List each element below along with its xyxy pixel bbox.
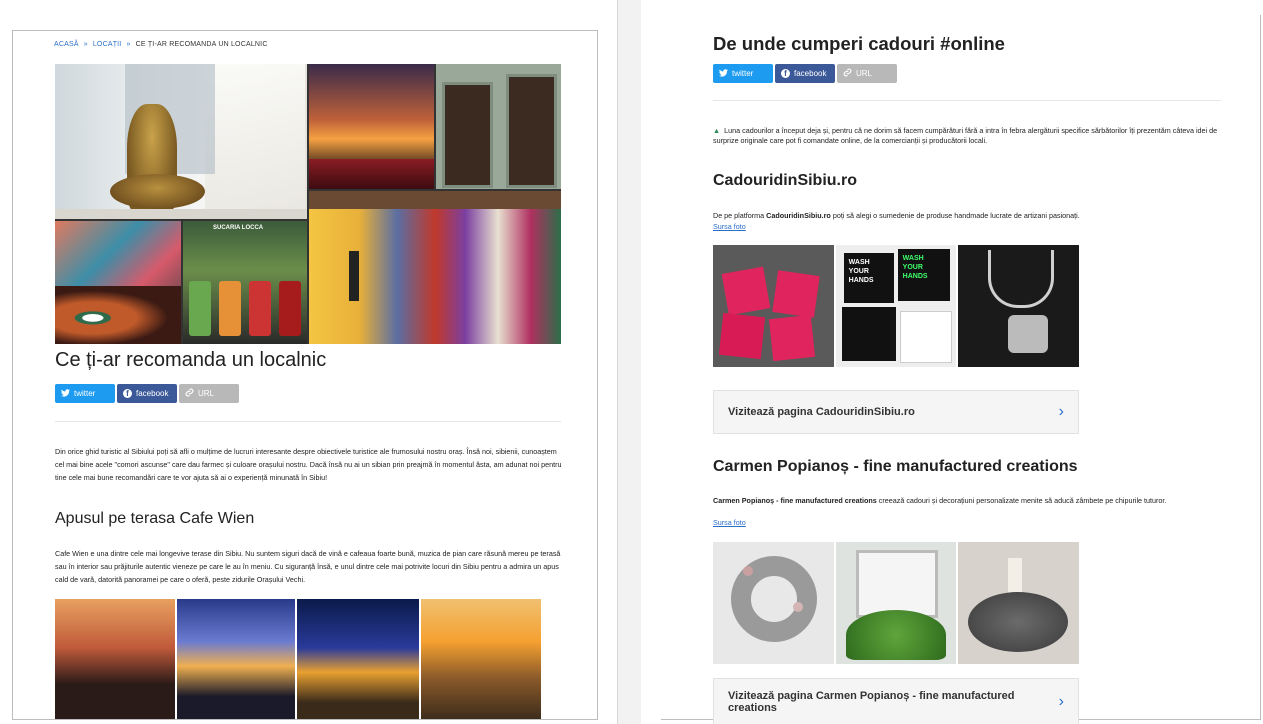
shop2-description: Carmen Popianoș - fine manufactured crea…: [713, 496, 1218, 506]
breadcrumb: ACASĂ » LOCAȚII » CE ȚI-AR RECOMANDA UN LOCA…: [54, 41, 268, 48]
mug-text: WASH YOUR HANDS: [843, 253, 894, 303]
breadcrumb-separator: »: [83, 41, 88, 48]
cafe-wien-sunset-gallery: [55, 599, 541, 719]
share-buttons: twitter f facebook URL: [55, 384, 239, 403]
left-page-panel: ACASĂ » LOCAȚII » CE ȚI-AR RECOMANDA UN LOCA…: [0, 0, 617, 724]
chevron-right-icon: ›: [1058, 692, 1064, 710]
share-buttons: twitter f facebook URL: [713, 64, 897, 83]
facebook-icon: f: [123, 389, 132, 398]
painted-shoes-photo: [55, 221, 181, 344]
facebook-label: facebook: [794, 69, 827, 78]
shop1-description-pre: De pe platforma: [713, 211, 767, 220]
share-facebook-button[interactable]: f facebook: [117, 384, 177, 403]
shop1-description: De pe platforma CadouridinSibiu.ro poți …: [713, 211, 1218, 221]
shop2-description-bold: Carmen Popianoș - fine manufactured crea…: [713, 496, 877, 505]
shop2-visit-label: Vizitează pagina Carmen Popianoș - fine …: [728, 689, 1015, 714]
page-split-line: [617, 0, 618, 724]
buddha-photo: [55, 64, 307, 219]
breadcrumb-home-link[interactable]: ACASĂ: [54, 41, 79, 48]
twitter-label: twitter: [74, 389, 96, 398]
juice-bar-photo: SUCARIA LOCCA: [183, 221, 307, 344]
url-label: URL: [198, 389, 215, 398]
juice-bar-sign: SUCARIA LOCCA: [213, 225, 264, 231]
share-twitter-button[interactable]: twitter: [55, 384, 115, 403]
shop2-photo-source-link[interactable]: Sursa foto: [713, 518, 746, 527]
shop1-description-post: poți să alegi o sumedenie de produse han…: [830, 211, 1080, 220]
breadcrumb-current: CE ȚI-AR RECOMANDA UN LOCALNIC: [135, 41, 268, 48]
gifts-intro: ▲ Luna cadourilor a început deja și, pen…: [713, 126, 1218, 146]
mugs-photo: WASH YOUR HANDS WASH YOUR HANDS: [835, 245, 957, 367]
candle-arrangement-photo: [958, 542, 1080, 664]
clothing-store-photo: [309, 191, 561, 344]
breadcrumb-category-link[interactable]: LOCAȚII: [93, 41, 122, 48]
shop1-visit-link[interactable]: Vizitează pagina CadouridinSibiu.ro ›: [713, 390, 1079, 434]
sunset-window-photo: [309, 64, 434, 189]
share-facebook-button[interactable]: f facebook: [775, 64, 835, 83]
section-divider: [713, 100, 1221, 101]
section-divider: [55, 421, 561, 422]
twitter-bird-icon: [61, 388, 70, 399]
url-label: URL: [856, 69, 873, 78]
coasters-photo: [713, 245, 834, 367]
section-text-cafe-wien: Cafe Wien e una dintre cele mai longeviv…: [55, 549, 561, 584]
article-title: Ce ți-ar recomanda un localnic: [55, 349, 327, 371]
shop2-visit-link[interactable]: Vizitează pagina Carmen Popianoș - fine …: [713, 678, 1079, 724]
share-url-button[interactable]: URL: [179, 384, 239, 403]
wreath-photo: [713, 542, 834, 664]
hero-collage: SUCARIA LOCCA: [55, 64, 561, 344]
mug-glow-text: WASH YOUR HANDS: [897, 249, 950, 301]
right-page-panel: De unde cumperi cadouri #online twitter …: [641, 0, 1263, 724]
shop1-visit-label: Vizitează pagina CadouridinSibiu.ro: [728, 406, 915, 418]
tree-icon: ▲: [713, 126, 721, 135]
shop1-photo-source-link[interactable]: Sursa foto: [713, 222, 746, 231]
gifts-title: De unde cumperi cadouri #online: [713, 33, 1005, 54]
frame-plant-photo: [835, 542, 957, 664]
shop1-title: CadouridinSibiu.ro: [713, 172, 857, 189]
link-icon: [843, 68, 852, 79]
chevron-right-icon: ›: [1058, 403, 1064, 420]
gifts-intro-text: Luna cadourilor a început deja și, pentr…: [713, 126, 1218, 145]
shop2-title: Carmen Popianoș - fine manufactured crea…: [713, 458, 1078, 475]
twitter-bird-icon: [719, 68, 728, 79]
facebook-icon: f: [781, 69, 790, 78]
breadcrumb-separator: »: [126, 41, 131, 48]
facebook-label: facebook: [136, 389, 169, 398]
shop1-description-bold: CadouridinSibiu.ro: [766, 211, 831, 220]
article-intro: Din orice ghid turistic al Sibiului poți…: [55, 447, 562, 482]
necklace-photo: [958, 245, 1080, 367]
left-article-frame: ACASĂ » LOCAȚII » CE ȚI-AR RECOMANDA UN LOCA…: [12, 30, 598, 720]
link-icon: [185, 388, 194, 399]
twitter-label: twitter: [732, 69, 754, 78]
shop2-description-post: creează cadouri și decorațiuni personali…: [876, 496, 1167, 505]
share-url-button[interactable]: URL: [837, 64, 897, 83]
section-title-cafe-wien: Apusul pe terasa Cafe Wien: [55, 510, 255, 527]
shop2-gallery: [713, 542, 1080, 664]
old-doors-photo: [436, 64, 561, 189]
share-twitter-button[interactable]: twitter: [713, 64, 773, 83]
shop1-gallery: WASH YOUR HANDS WASH YOUR HANDS: [713, 245, 1080, 367]
